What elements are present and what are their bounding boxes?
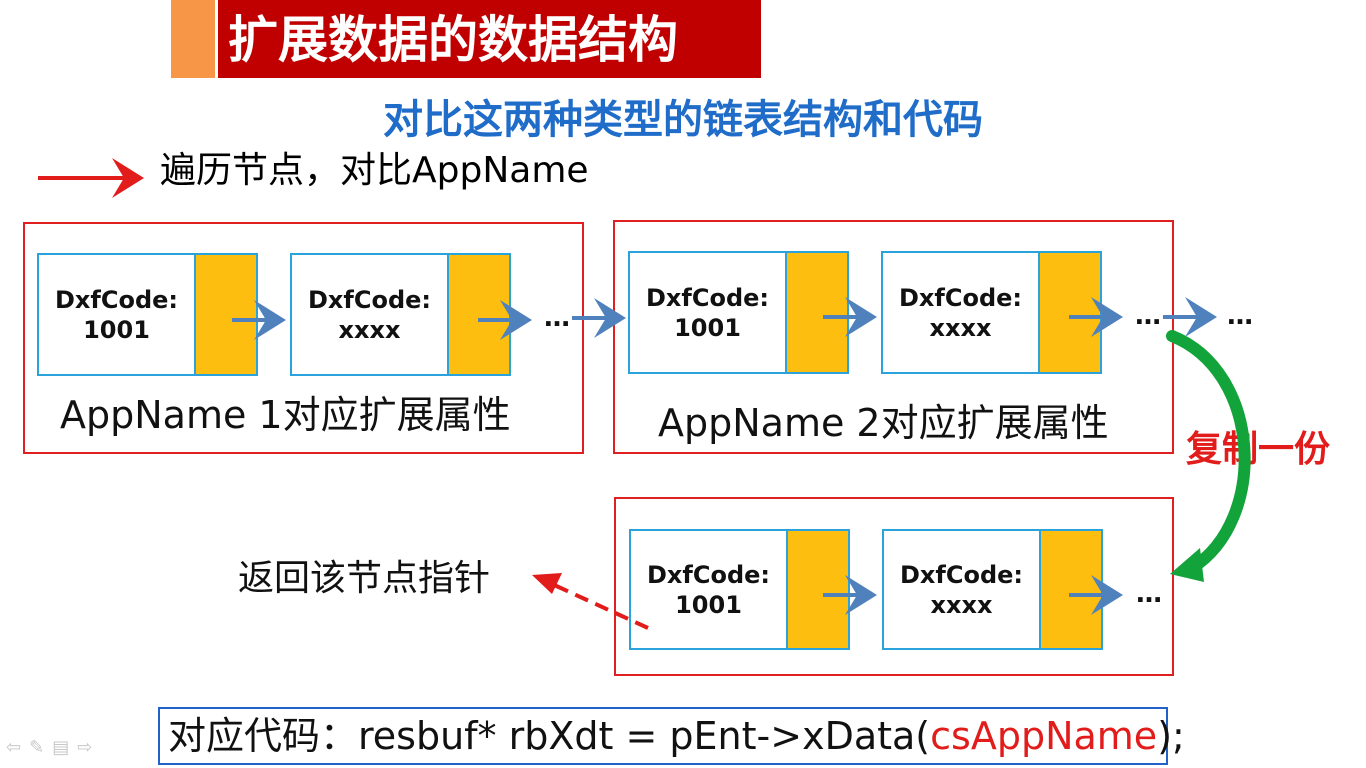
next-icon[interactable]: ⇨ — [77, 737, 100, 758]
copy-curved-arrow — [1166, 330, 1251, 574]
slide-nav-controls: ⇦✎▤⇨ — [6, 737, 100, 758]
code-argument: csAppName — [930, 714, 1158, 758]
return-arrow-head — [532, 573, 562, 594]
prev-icon[interactable]: ⇦ — [6, 737, 29, 758]
code-suffix: ); — [1157, 714, 1185, 758]
menu-icon[interactable]: ▤ — [52, 737, 77, 758]
arrows-layer — [38, 158, 1251, 630]
code-snippet: 对应代码：resbuf* rbXdt = pEnt->xData(csAppNa… — [158, 707, 1185, 765]
return-dashed-arrow — [551, 582, 649, 630]
code-prefix: 对应代码：resbuf* rbXdt = pEnt->xData( — [168, 714, 931, 758]
pen-icon[interactable]: ✎ — [29, 737, 52, 758]
copy-arrow-head — [1170, 548, 1204, 582]
